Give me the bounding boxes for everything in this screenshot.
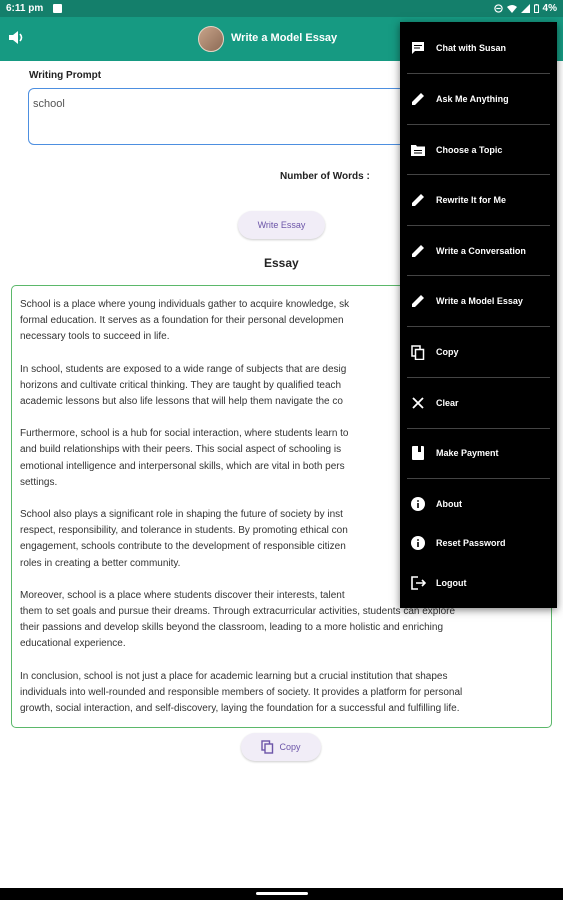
- status-time: 6:11 pm: [6, 3, 44, 14]
- menu-item-rewrite-it-for-me[interactable]: Rewrite It for Me: [400, 183, 557, 217]
- menu-divider: [407, 377, 550, 378]
- menu-item-label: Clear: [436, 398, 459, 408]
- write-essay-button[interactable]: Write Essay: [238, 211, 325, 239]
- status-icons: 4%: [493, 3, 557, 14]
- menu-item-about[interactable]: About: [400, 487, 557, 521]
- copy-icon: [261, 740, 274, 754]
- menu-divider: [407, 124, 550, 125]
- menu-divider: [407, 326, 550, 327]
- menu-divider: [407, 73, 550, 74]
- menu-item-label: Write a Model Essay: [436, 296, 523, 306]
- pencil-icon: [410, 243, 426, 259]
- pencil-icon: [410, 91, 426, 107]
- menu-item-label: Logout: [436, 578, 467, 588]
- copy-icon: [410, 344, 426, 360]
- menu-item-label: Ask Me Anything: [436, 94, 509, 104]
- essay-paragraph: In conclusion, school is not just a plac…: [20, 670, 463, 715]
- home-handle[interactable]: [256, 892, 308, 895]
- essay-heading: Essay: [264, 256, 299, 270]
- pencil-icon: [410, 293, 426, 309]
- menu-item-copy[interactable]: Copy: [400, 335, 557, 369]
- menu-item-write-a-model-essay[interactable]: Write a Model Essay: [400, 284, 557, 318]
- navigation-bar: [0, 888, 563, 900]
- menu-divider: [407, 225, 550, 226]
- menu-item-logout[interactable]: Logout: [400, 566, 557, 600]
- notification-icon: [53, 4, 62, 13]
- menu-divider: [407, 478, 550, 479]
- wifi-icon: [506, 5, 517, 13]
- dnd-icon: [493, 4, 503, 13]
- battery-percent: 4%: [542, 3, 557, 14]
- menu-item-write-a-conversation[interactable]: Write a Conversation: [400, 234, 557, 268]
- menu-item-choose-a-topic[interactable]: Choose a Topic: [400, 133, 557, 167]
- menu-item-label: Choose a Topic: [436, 145, 503, 155]
- signal-icon: [520, 4, 530, 13]
- menu-item-chat-with-susan[interactable]: Chat with Susan: [400, 31, 557, 65]
- menu-item-label: Reset Password: [436, 538, 506, 548]
- menu-item-reset-password[interactable]: Reset Password: [400, 526, 557, 560]
- menu-item-label: Make Payment: [436, 448, 499, 458]
- words-label: Number of Words :: [280, 171, 370, 182]
- info-icon: [410, 496, 426, 512]
- menu-item-label: Rewrite It for Me: [436, 195, 507, 205]
- menu-divider: [407, 428, 550, 429]
- overflow-menu: Chat with Susan Ask Me Anything Choose a…: [400, 22, 557, 608]
- battery-icon: [533, 4, 539, 13]
- copy-label: Copy: [279, 742, 301, 752]
- page-title: Write a Model Essay: [231, 32, 338, 44]
- close-icon: [410, 395, 426, 411]
- menu-item-ask-me-anything[interactable]: Ask Me Anything: [400, 82, 557, 116]
- copy-button[interactable]: Copy: [241, 733, 321, 761]
- menu-divider: [407, 174, 550, 175]
- menu-item-label: Copy: [436, 347, 459, 357]
- write-essay-label: Write Essay: [257, 220, 306, 230]
- menu-item-clear[interactable]: Clear: [400, 386, 557, 420]
- menu-item-label: Write a Conversation: [436, 246, 526, 256]
- chat-icon: [410, 40, 426, 56]
- menu-item-make-payment[interactable]: Make Payment: [400, 436, 557, 470]
- speaker-icon[interactable]: [8, 30, 25, 50]
- book-icon: [410, 445, 426, 461]
- prompt-label: Writing Prompt: [29, 70, 102, 81]
- menu-item-label: About: [436, 499, 462, 509]
- info-icon: [410, 535, 426, 551]
- topic-icon: [410, 142, 426, 158]
- avatar: [198, 26, 224, 52]
- menu-divider: [407, 275, 550, 276]
- logout-icon: [410, 575, 426, 591]
- pencil-icon: [410, 192, 426, 208]
- menu-item-label: Chat with Susan: [436, 43, 507, 53]
- status-bar: 6:11 pm 4%: [0, 0, 563, 17]
